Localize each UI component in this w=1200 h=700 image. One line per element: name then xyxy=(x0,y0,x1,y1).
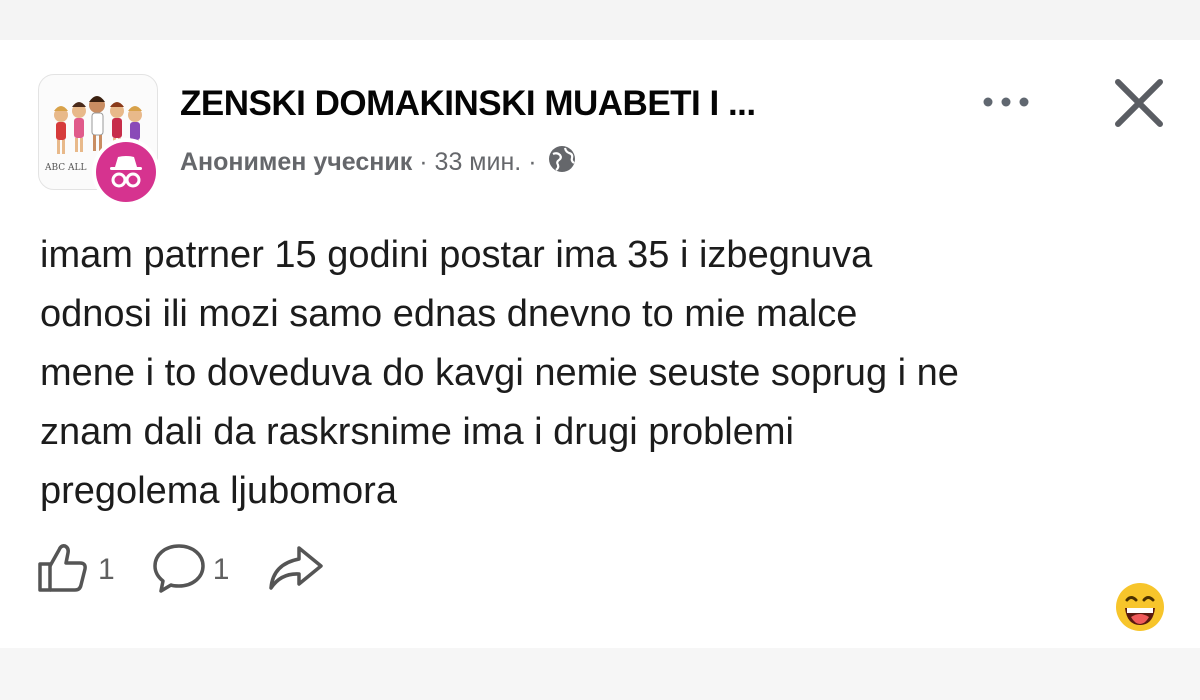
post-text-line: odnosi ili mozi samo ednas dnevno to mie… xyxy=(40,293,858,335)
post-body-text: imam patrner 15 godini postar ima 35 i i… xyxy=(40,226,1170,546)
top-status-area xyxy=(0,0,1200,40)
post-card: ABC ALL ZENSKI DOMAKINSKI MUABETI I ... … xyxy=(0,40,1200,648)
like-count: 1 xyxy=(98,553,115,586)
post-text-line: pregolema ljubomora xyxy=(40,470,397,512)
group-name-link[interactable]: ZENSKI DOMAKINSKI MUABETI I ... xyxy=(180,84,940,124)
anonymous-avatar[interactable] xyxy=(92,138,160,206)
bottom-area xyxy=(0,648,1200,700)
post-meta: Анонимен учесник · 33 мин. · xyxy=(180,144,577,181)
author-name[interactable]: Анонимен учесник xyxy=(180,148,412,177)
meta-separator: · xyxy=(419,148,428,176)
post-actions: 1 1 xyxy=(36,535,361,605)
thumbs-up-icon xyxy=(36,542,92,599)
share-button[interactable] xyxy=(265,542,325,599)
laughing-emoji-icon[interactable] xyxy=(1114,581,1166,633)
share-arrow-icon xyxy=(265,542,325,599)
comment-icon xyxy=(151,542,207,599)
globe-icon xyxy=(547,144,577,181)
comment-count: 1 xyxy=(212,553,230,586)
comment-button[interactable]: 1 xyxy=(151,542,230,599)
post-text-line: mene i to doveduva do kavgi nemie seuste… xyxy=(40,352,959,394)
incognito-icon xyxy=(110,156,142,188)
more-options-icon[interactable] xyxy=(978,90,1038,114)
group-avatar-caption: ABC ALL xyxy=(45,163,87,173)
post-text-line: imam patrner 15 godini postar ima 35 i i… xyxy=(40,234,873,276)
meta-separator-2: · xyxy=(528,148,537,176)
post-time[interactable]: 33 мин. xyxy=(435,148,522,177)
close-icon[interactable] xyxy=(1108,72,1170,134)
like-button[interactable]: 1 xyxy=(36,542,115,599)
post-text-line: znam dali da raskrsnime ima i drugi prob… xyxy=(40,411,794,453)
